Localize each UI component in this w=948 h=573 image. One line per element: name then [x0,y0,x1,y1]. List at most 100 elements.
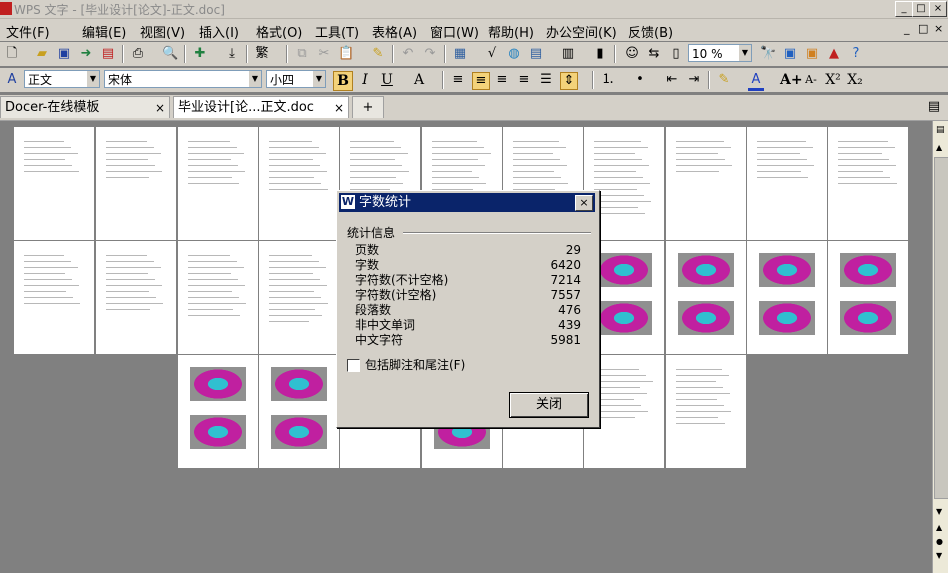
undo-icon[interactable]: ↶ [400,46,416,62]
menu-edit[interactable]: 编辑(E) [82,22,126,41]
scroll-down-arrow[interactable]: ▼ [936,507,942,516]
pdf-icon[interactable]: ▤ [100,46,116,62]
new-doc-icon[interactable]: 🗋 [4,46,20,62]
chart-icon[interactable]: ▮ [592,46,608,62]
paste-icon[interactable]: 📋 [338,46,354,62]
line-spacing-icon[interactable]: ⇕ [560,72,578,90]
page-thumbnail[interactable] [666,355,746,468]
include-footnotes-checkbox[interactable]: 包括脚注和尾注(F) [347,356,465,373]
print-preview-icon[interactable]: 🔍 [162,46,178,62]
page-thumbnail[interactable] [666,241,746,354]
close-icon[interactable]: × [155,97,165,119]
copy-icon[interactable]: ⧉ [294,46,310,62]
minimize-button[interactable]: _ [895,1,913,17]
scroll-thumb[interactable] [934,157,948,499]
char-format-button[interactable]: A [410,71,428,89]
close-button[interactable]: 关闭 [509,392,589,418]
underline-button[interactable]: U [378,71,396,89]
increase-indent-icon[interactable]: ⇥ [686,72,702,88]
menu-insert[interactable]: 插入(I) [199,22,239,41]
redo-icon[interactable]: ↷ [422,46,438,62]
help-book-icon[interactable]: ▣ [782,46,798,62]
menu-help[interactable]: 帮助(H) [488,22,534,41]
print-icon[interactable]: ⎙ [130,46,146,62]
format-painter-icon[interactable]: ✎ [370,46,386,62]
page-thumbnail[interactable] [747,241,827,354]
cut-icon[interactable]: ✂ [316,46,332,62]
bold-button[interactable]: B [333,71,353,91]
decrease-indent-icon[interactable]: ⇤ [664,72,680,88]
font-color-icon[interactable]: A [748,72,764,91]
navigation-icon[interactable]: ⇆ [646,46,662,62]
italic-button[interactable]: I [356,71,374,89]
menu-window[interactable]: 窗口(W) [430,22,479,41]
tab-options-icon[interactable]: ▤ [926,99,942,115]
menu-table[interactable]: 表格(A) [372,22,417,41]
open-icon[interactable]: ▰ [34,46,50,62]
hyperlink-icon[interactable]: ◍ [506,46,522,62]
subscript-button[interactable]: X₂ [846,71,864,89]
doc-restore-button[interactable]: □ [918,22,928,35]
grow-font-button[interactable]: A+ [780,71,803,89]
traditional-chinese-icon[interactable]: 繁 [254,46,270,62]
justify-icon[interactable]: ≡ [516,72,532,88]
maximize-button[interactable]: □ [912,1,930,17]
doc-minimize-button[interactable]: _ [904,22,910,35]
font-select[interactable]: 宋体 ▼ [104,70,262,88]
page-thumbnail[interactable] [14,241,94,354]
page-thumbnail[interactable] [828,127,908,240]
shrink-font-button[interactable]: A- [802,71,820,89]
page-thumbnail[interactable] [259,241,339,354]
tab-current-document[interactable]: 毕业设计[论...正文.doc × [173,96,349,118]
page-thumbnail[interactable] [96,127,176,240]
find-icon[interactable]: 🔭 [760,46,776,62]
page-view-icon[interactable]: ▯ [668,46,684,62]
zoom-select[interactable]: 10 % ▼ [688,44,752,62]
numbering-icon[interactable]: ⒈ [600,72,616,88]
scroll-up-arrow[interactable]: ▲ [936,143,942,152]
menu-tools[interactable]: 工具(T) [315,22,359,41]
font-size-select[interactable]: 小四 ▼ [266,70,326,88]
page-layout-icon[interactable]: ▤ [936,125,945,135]
page-thumbnail[interactable] [178,127,258,240]
menu-format[interactable]: 格式(O) [256,22,302,41]
template-icon[interactable]: ▣ [804,46,820,62]
menu-view[interactable]: 视图(V) [140,22,185,41]
new-tab-button[interactable]: + [352,96,384,118]
help-icon[interactable]: ? [848,46,864,62]
table-icon[interactable]: ▤ [528,46,544,62]
superscript-button[interactable]: X² [824,71,842,89]
formula-icon[interactable]: √ [484,46,500,62]
menu-feedback[interactable]: 反馈(B) [628,22,673,41]
distribute-icon[interactable]: ☰ [538,72,554,88]
export-icon[interactable]: ➜ [78,46,94,62]
doc-close-button[interactable]: × [934,22,943,35]
page-thumbnail[interactable] [259,355,339,468]
page-thumbnail[interactable] [14,127,94,240]
page-thumbnail[interactable] [666,127,746,240]
insert-table-icon[interactable]: ▦ [452,46,468,62]
highlight-icon[interactable]: ✎ [716,72,732,88]
prev-page-icon[interactable]: ▲ [936,523,942,532]
close-icon[interactable]: × [334,97,344,119]
user-icon[interactable]: ☺ [624,46,640,62]
align-center-icon[interactable]: ≡ [472,72,490,90]
tab-docer-templates[interactable]: Docer-在线模板 × [0,96,170,118]
dialog-close-button[interactable]: × [575,195,593,211]
select-browse-icon[interactable]: ● [936,537,943,546]
checkbox-box[interactable] [347,359,360,372]
style-select[interactable]: 正文 ▼ [24,70,100,88]
page-break-icon[interactable]: ⤓ [224,46,240,62]
page-thumbnail[interactable] [828,241,908,354]
vertical-scrollbar[interactable]: ▤ ▲ ▼ ▲ ● ▼ [932,121,948,573]
page-thumbnail[interactable] [178,241,258,354]
align-right-icon[interactable]: ≡ [494,72,510,88]
columns-icon[interactable]: ▥ [560,46,576,62]
styles-icon[interactable]: A [4,72,20,88]
page-thumbnail[interactable] [747,127,827,240]
menu-office-space[interactable]: 办公空间(K) [546,22,617,41]
next-page-icon[interactable]: ▼ [936,551,942,560]
align-left-icon[interactable]: ≡ [450,72,466,88]
skin-icon[interactable]: ▲ [826,46,842,62]
insert-icon[interactable]: ✚ [192,46,208,62]
